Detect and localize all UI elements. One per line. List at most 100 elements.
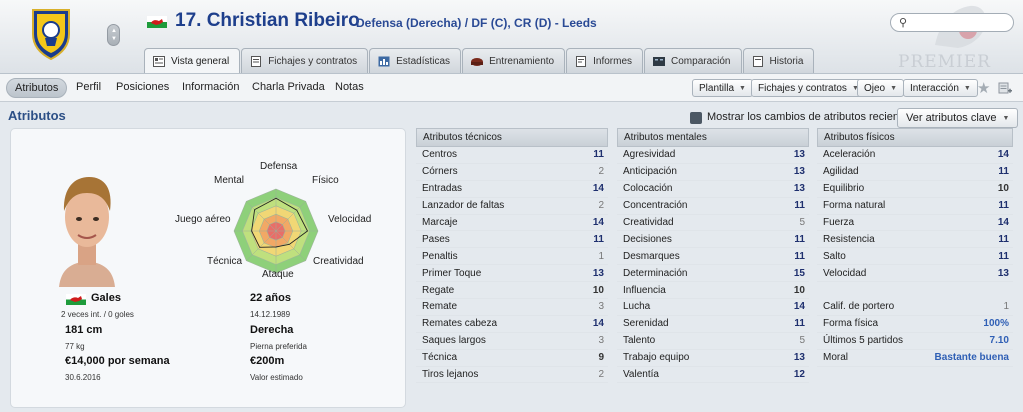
attribute-row[interactable]: Técnica 9 — [416, 350, 608, 367]
tab-historia[interactable]: Historia — [742, 48, 815, 73]
attribute-row[interactable]: Equilibrio 10 — [817, 181, 1013, 198]
subnav-posiciones[interactable]: Posiciones — [116, 81, 169, 93]
attribute-row[interactable]: Colocación 13 — [617, 181, 809, 198]
market-value: €200m — [250, 355, 285, 367]
attribute-value: 10 — [997, 183, 1009, 195]
tab-estadisticas[interactable]: Estadísticas — [369, 48, 462, 73]
attribute-row[interactable]: Lucha 14 — [617, 299, 809, 316]
attribute-row[interactable]: Marcaje 14 — [416, 215, 608, 232]
tab-comparacion[interactable]: Comparación — [644, 48, 742, 73]
attribute-value: 7.10 — [989, 335, 1009, 347]
subnav-charla-privada[interactable]: Charla Privada — [252, 81, 325, 93]
player-position-club[interactable]: Defensa (Derecha) / DF (C), CR (D) - Lee… — [356, 16, 597, 30]
attribute-value: 13 — [793, 149, 805, 161]
attribute-row[interactable]: Tiros lejanos 2 — [416, 367, 608, 384]
tab-informes[interactable]: Informes — [566, 48, 644, 73]
star-icon[interactable]: ★ — [977, 79, 990, 97]
attribute-row[interactable]: Penaltis 1 — [416, 248, 608, 266]
attribute-value: 11 — [998, 200, 1009, 212]
chevron-down-icon: ▼ — [963, 84, 971, 92]
attribute-row[interactable]: Pases 11 — [416, 231, 608, 249]
subnav-informacion[interactable]: Información — [182, 81, 239, 93]
attribute-row[interactable]: Forma natural 11 — [817, 198, 1013, 215]
attribute-row[interactable]: Moral Bastante buena — [817, 350, 1013, 367]
player-nav-toggle[interactable]: ▲ ▼ — [107, 24, 120, 46]
attribute-row[interactable]: Lanzador de faltas 2 — [416, 198, 608, 215]
dropdown-label: Plantilla — [699, 82, 735, 94]
attribute-row[interactable]: Forma física 100% — [817, 316, 1013, 333]
tab-vista-general[interactable]: Vista general — [144, 48, 241, 73]
interaccion-dropdown[interactable]: Interacción ▼ — [903, 79, 978, 97]
player-age: 22 años — [250, 292, 291, 304]
key-attributes-dropdown[interactable]: Ver atributos clave ▼ — [897, 108, 1019, 128]
attribute-row[interactable]: Valentía 12 — [617, 367, 809, 384]
attribute-row[interactable]: Remate 3 — [416, 299, 608, 316]
attribute-name: Equilibrio — [823, 183, 865, 195]
attribute-row[interactable]: Influencia 10 — [617, 282, 809, 300]
subnav-atributos[interactable]: Atributos — [6, 78, 68, 98]
attribute-row[interactable]: Primer Toque 13 — [416, 265, 608, 283]
attribute-row[interactable]: Aceleración 14 — [817, 147, 1013, 164]
training-icon — [471, 58, 484, 66]
attribute-value: 13 — [793, 352, 805, 364]
attribute-row[interactable]: Determinación 15 — [617, 265, 809, 283]
attribute-row[interactable]: Remates cabeza 14 — [416, 316, 608, 333]
nationality[interactable]: Gales — [91, 292, 121, 304]
subnav-notas[interactable]: Notas — [335, 81, 364, 93]
attribute-row[interactable]: Desmarques 11 — [617, 248, 809, 266]
attribute-row[interactable]: Agilidad 11 — [817, 164, 1013, 181]
attribute-row[interactable]: Concentración 11 — [617, 198, 809, 215]
club-crest-icon[interactable] — [31, 8, 71, 60]
attribute-row[interactable]: Decisiones 11 — [617, 231, 809, 249]
attribute-row[interactable]: Calif. de portero 1 — [817, 299, 1013, 316]
fichajes-dropdown[interactable]: Fichajes y contratos ▼ — [751, 79, 866, 97]
attribute-name: Últimos 5 partidos — [823, 335, 904, 347]
attribute-row[interactable]: Trabajo equipo 13 — [617, 350, 809, 367]
report-icon — [576, 56, 587, 67]
tab-label: Estadísticas — [396, 56, 451, 67]
attribute-row[interactable]: Saques largos 3 — [416, 333, 608, 350]
attribute-name: Colocación — [623, 183, 673, 195]
attribute-row[interactable]: Centros 11 — [416, 147, 608, 164]
attribute-row[interactable]: Salto 11 — [817, 248, 1013, 266]
attribute-row[interactable]: Agresividad 13 — [617, 147, 809, 164]
tab-label: Fichajes y contratos — [268, 56, 358, 67]
attribute-row[interactable]: Últimos 5 partidos 7.10 — [817, 333, 1013, 350]
attribute-value: 10 — [793, 284, 805, 296]
attribute-row[interactable]: Serenidad 11 — [617, 316, 809, 333]
attribute-row[interactable]: Córners 2 — [416, 164, 608, 181]
tab-fichajes-contratos[interactable]: Fichajes y contratos — [241, 48, 369, 73]
tab-entrenamiento[interactable]: Entrenamiento — [462, 48, 566, 73]
attribute-name: Decisiones — [623, 233, 672, 245]
attribute-row[interactable]: Creatividad 5 — [617, 215, 809, 232]
attribute-row[interactable]: Entradas 14 — [416, 181, 608, 198]
attribute-row[interactable]: Anticipación 13 — [617, 164, 809, 181]
attribute-row[interactable]: Regate 10 — [416, 282, 608, 300]
chevron-down-icon: ▼ — [739, 84, 746, 92]
attribute-value: 11 — [794, 318, 805, 330]
chevron-down-icon: ▼ — [890, 84, 898, 92]
chevron-down-icon: ▼ — [1002, 114, 1010, 122]
attribute-value: 14 — [997, 149, 1009, 161]
plantilla-dropdown[interactable]: Plantilla ▼ — [692, 79, 753, 97]
attribute-value: 9 — [598, 352, 604, 364]
contract-icon — [251, 56, 262, 67]
attribute-name: Influencia — [623, 284, 666, 296]
player-weight: 77 kg — [65, 342, 85, 351]
attribute-name: Forma física — [823, 318, 879, 330]
attribute-row[interactable]: Talento 5 — [617, 333, 809, 350]
attribute-value: 14 — [592, 183, 604, 195]
search-input[interactable]: ⚲ — [890, 13, 1014, 32]
subnav-perfil[interactable]: Perfil — [76, 81, 101, 93]
compare-icon — [653, 57, 666, 66]
overview-icon — [153, 56, 165, 67]
attribute-row[interactable]: Fuerza 14 — [817, 215, 1013, 232]
recent-changes-checkbox[interactable] — [690, 112, 702, 124]
market-value-label: Valor estimado — [250, 373, 303, 382]
attribute-row[interactable]: Resistencia 11 — [817, 231, 1013, 249]
attribute-row[interactable]: Velocidad 13 — [817, 265, 1013, 283]
ojeo-dropdown[interactable]: Ojeo ▼ — [857, 79, 905, 97]
attribute-name: Marcaje — [422, 217, 458, 228]
attribute-name: Agresividad — [623, 149, 676, 161]
add-note-icon[interactable] — [998, 81, 1012, 95]
